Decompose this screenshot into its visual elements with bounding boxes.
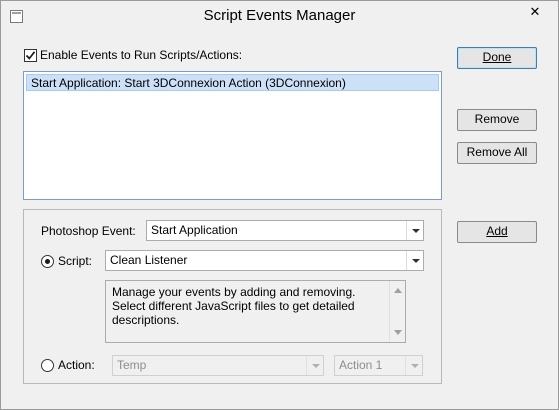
list-item[interactable]: Start Application: Start 3DConnexion Act… [26, 74, 439, 91]
script-events-manager-dialog: Script Events Manager ✕ Enable Events to… [0, 0, 559, 410]
done-button[interactable]: Done [457, 47, 537, 69]
done-button-label: Done [482, 50, 512, 64]
add-button[interactable]: Add [457, 221, 537, 243]
photoshop-event-select[interactable]: Start Application [146, 220, 424, 241]
action-radio[interactable] [41, 359, 54, 372]
script-select[interactable]: Clean Listener [105, 250, 424, 271]
script-description-text: Manage your events by adding and removin… [112, 285, 356, 327]
chevron-down-icon[interactable] [405, 356, 422, 375]
action-label[interactable]: Action: [58, 358, 95, 372]
action-value: Action 1 [339, 358, 383, 372]
close-button[interactable]: ✕ [520, 2, 550, 22]
window-title: Script Events Manager [203, 7, 356, 24]
enable-events-checkbox[interactable] [24, 49, 37, 62]
script-value: Clean Listener [110, 253, 188, 267]
script-label[interactable]: Script: [58, 254, 92, 268]
script-description-box: Manage your events by adding and removin… [105, 280, 406, 343]
remove-all-button-label: Remove All [466, 145, 528, 159]
photoshop-event-label: Photoshop Event: [41, 224, 136, 238]
title-bar: Script Events Manager ✕ [1, 1, 558, 32]
action-select[interactable]: Action 1 [334, 355, 423, 376]
chevron-down-icon[interactable] [406, 221, 423, 240]
remove-button-label: Remove [474, 112, 520, 126]
script-radio[interactable] [41, 255, 54, 268]
close-icon: ✕ [529, 4, 541, 19]
chevron-down-icon[interactable] [406, 251, 423, 270]
events-list[interactable]: Start Application: Start 3DConnexion Act… [23, 71, 442, 200]
description-scrollbar[interactable] [389, 281, 405, 342]
chevron-down-icon[interactable] [306, 356, 323, 375]
enable-events-label[interactable]: Enable Events to Run Scripts/Actions: [40, 48, 242, 62]
scroll-down-icon[interactable] [394, 330, 402, 335]
checkmark-icon [25, 51, 36, 60]
action-set-value: Temp [117, 358, 147, 372]
photoshop-event-value: Start Application [151, 223, 238, 237]
remove-button[interactable]: Remove [457, 109, 537, 131]
remove-all-button[interactable]: Remove All [457, 142, 537, 164]
action-set-select[interactable]: Temp [112, 355, 324, 376]
scroll-up-icon[interactable] [394, 288, 402, 293]
add-button-label: Add [486, 224, 508, 238]
